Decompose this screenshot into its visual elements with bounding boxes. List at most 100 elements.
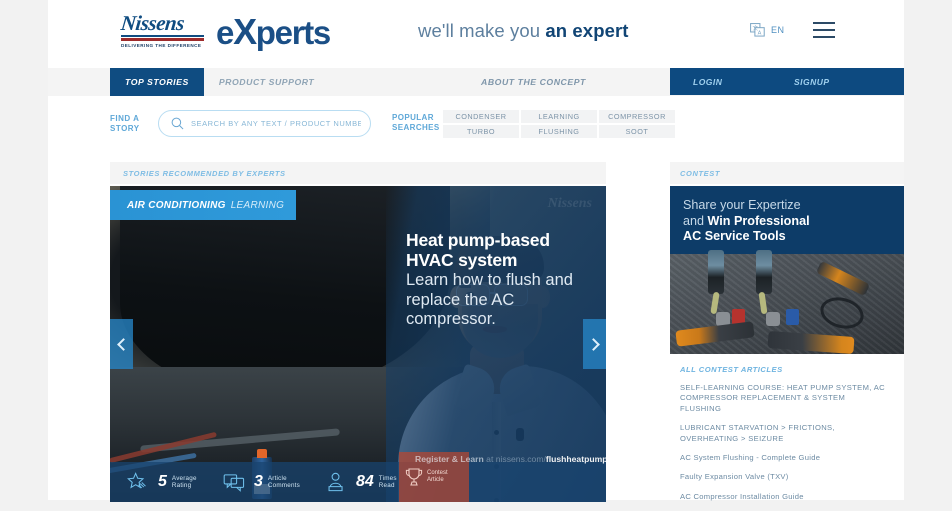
- chevron-left-icon: [116, 337, 130, 351]
- main-column: STORIES RECOMMENDED BY EXPERTS Nissens A…: [110, 162, 606, 502]
- contest-line-2-light: and: [683, 213, 708, 228]
- nissens-logo[interactable]: Nissens DELIVERING THE DIFFERENCE: [119, 11, 206, 48]
- star-rating-icon: [127, 471, 146, 489]
- stat-rating-label-2: Rating: [171, 482, 192, 489]
- search-box[interactable]: [158, 110, 371, 137]
- contest-badge-line-1: Contest: [427, 469, 448, 476]
- hamburger-menu-icon[interactable]: [813, 22, 835, 38]
- stat-comments-label-1: Article: [267, 474, 287, 482]
- hero-category-badge[interactable]: AIR CONDITIONING LEARNING: [110, 190, 296, 220]
- logo-rule-blue: [121, 35, 204, 37]
- trophy-icon: [405, 468, 423, 486]
- signup-button[interactable]: SIGNUP: [794, 77, 830, 87]
- hero-watermark: Nissens: [547, 196, 592, 211]
- nav-item-about-the-concept[interactable]: ABOUT THE CONCEPT: [481, 68, 586, 96]
- logo-rule-red: [121, 38, 204, 41]
- nav-items: TOP STORIES PRODUCT SUPPORT: [110, 68, 329, 96]
- contest-badge-text: Contest Article: [427, 470, 448, 485]
- site-header: Nissens DELIVERING THE DIFFERENCE eXpert…: [48, 0, 904, 68]
- orange-tool-b: [767, 331, 855, 354]
- promo-highlight: flushheatpump: [545, 454, 606, 464]
- contest-section-title: CONTEST: [670, 162, 904, 184]
- sidebar-column: CONTEST Share your Expertize and Win Prof…: [670, 162, 904, 511]
- ac-gauge-left: [708, 250, 724, 294]
- experts-logo-e: e: [216, 14, 234, 51]
- contest-promo-card[interactable]: Share your Expertize and Win Professional…: [670, 186, 904, 354]
- stat-comments-label: Article Comments: [268, 475, 300, 490]
- list-item-article-3[interactable]: AC System Flushing - Complete Guide: [680, 453, 885, 463]
- nav-item-top-stories[interactable]: TOP STORIES: [110, 68, 204, 96]
- nav-item-product-support[interactable]: PRODUCT SUPPORT: [204, 68, 329, 96]
- contest-article-list: SELF-LEARNING COURSE: HEAT PUMP SYSTEM, …: [670, 383, 885, 502]
- logo-tagline: DELIVERING THE DIFFERENCE: [121, 43, 202, 48]
- tag-compressor[interactable]: COMPRESSOR: [599, 110, 675, 123]
- tag-turbo[interactable]: TURBO: [443, 125, 519, 138]
- stat-read-label-2: Read: [378, 482, 395, 489]
- hero-stats-bar: 5 Average Rating 3 Article Comments 84 T…: [110, 462, 606, 502]
- hero-promo-line: Register & Learn at nissens.com/flushhea…: [415, 454, 606, 464]
- contest-line-2-bold: Win Professional: [707, 213, 810, 228]
- language-switcher[interactable]: 文 A EN: [750, 23, 785, 37]
- find-label-line-1: FIND A: [110, 114, 140, 123]
- auth-bar: LOGIN SIGNUP: [670, 68, 904, 95]
- coiled-cable: [816, 292, 868, 334]
- find-a-story-label: FIND A STORY: [110, 114, 140, 134]
- chevron-right-icon: [586, 337, 600, 351]
- stories-section-title: STORIES RECOMMENDED BY EXPERTS: [110, 162, 606, 184]
- burger-line-1: [813, 22, 835, 24]
- hero-title: Heat pump-based HVAC system: [406, 230, 550, 270]
- magnifier-icon: [171, 117, 184, 130]
- popular-searches-label: POPULAR SEARCHES: [392, 113, 440, 133]
- hero-category-secondary: LEARNING: [230, 199, 285, 211]
- experts-logo-x: X: [233, 11, 257, 52]
- experts-logo[interactable]: eXperts: [216, 11, 331, 52]
- language-code: EN: [771, 25, 785, 35]
- burger-line-2: [813, 29, 835, 31]
- search-row: FIND A STORY POPULAR SEARCHES CONDENSER …: [48, 96, 904, 162]
- stat-times-read: 84 Times Read: [325, 472, 397, 493]
- svg-text:A: A: [758, 31, 762, 37]
- gauge-hose-left: [710, 291, 720, 315]
- list-item-article-4[interactable]: Faulty Expansion Valve (TXV): [680, 472, 885, 482]
- hero-subtitle: Learn how to flush and replace the AC co…: [406, 271, 573, 328]
- tag-flushing[interactable]: FLUSHING: [521, 125, 597, 138]
- engine-pipe: [140, 428, 340, 453]
- carousel-next-button[interactable]: [583, 319, 606, 369]
- stat-read-value: 84: [356, 473, 374, 490]
- login-button[interactable]: LOGIN: [693, 77, 722, 87]
- valve-right: [766, 312, 780, 326]
- orange-tool-a: [675, 321, 755, 347]
- gauge-hose-right: [758, 291, 768, 315]
- contest-line-3-bold: AC Service Tools: [683, 229, 786, 243]
- blue-coupler: [786, 309, 799, 325]
- slogan-bold: an expert: [545, 20, 629, 41]
- stat-rating-label-1: Average: [171, 474, 197, 482]
- stat-article-comments: 3 Article Comments: [223, 472, 300, 493]
- main-navigation: TOP STORIES PRODUCT SUPPORT ABOUT THE CO…: [48, 68, 904, 96]
- tag-soot[interactable]: SOOT: [599, 125, 675, 138]
- list-item-article-5[interactable]: AC Compressor Installation Guide: [680, 492, 885, 502]
- find-label-line-2: STORY: [110, 124, 140, 133]
- contest-tools-photo: [670, 250, 904, 354]
- tag-learning[interactable]: LEARNING: [521, 110, 597, 123]
- hero-story-carousel[interactable]: Nissens AIR CONDITIONING LEARNING Heat p…: [110, 186, 606, 502]
- contest-headline: Share your Expertize and Win Professional…: [683, 198, 883, 245]
- translate-icon: 文 A: [750, 23, 765, 37]
- popular-search-tags: CONDENSER LEARNING COMPRESSOR TURBO FLUS…: [443, 110, 675, 138]
- hero-category-primary: AIR CONDITIONING: [127, 199, 226, 211]
- hero-text-block: Heat pump-based HVAC system Learn how to…: [406, 230, 592, 330]
- ac-gauge-right: [756, 250, 772, 294]
- stat-rating-value: 5: [158, 473, 167, 490]
- search-input[interactable]: [191, 119, 361, 128]
- contest-badge-line-2: Article: [427, 477, 444, 483]
- list-item-article-2[interactable]: LUBRICANT STARVATION > FRICTIONS, OVERHE…: [680, 423, 885, 444]
- site-slogan: we'll make you an expert: [418, 20, 629, 42]
- burger-line-3: [813, 36, 835, 38]
- list-item-article-1[interactable]: SELF-LEARNING COURSE: HEAT PUMP SYSTEM, …: [680, 383, 885, 414]
- nissens-wordmark: Nissens: [119, 11, 186, 35]
- carousel-prev-button[interactable]: [110, 319, 133, 369]
- tag-condenser[interactable]: CONDENSER: [443, 110, 519, 123]
- popular-label-line-1: POPULAR: [392, 113, 434, 122]
- promo-bold: Register & Learn: [415, 454, 484, 464]
- all-contest-articles-link[interactable]: ALL CONTEST ARTICLES: [670, 365, 904, 374]
